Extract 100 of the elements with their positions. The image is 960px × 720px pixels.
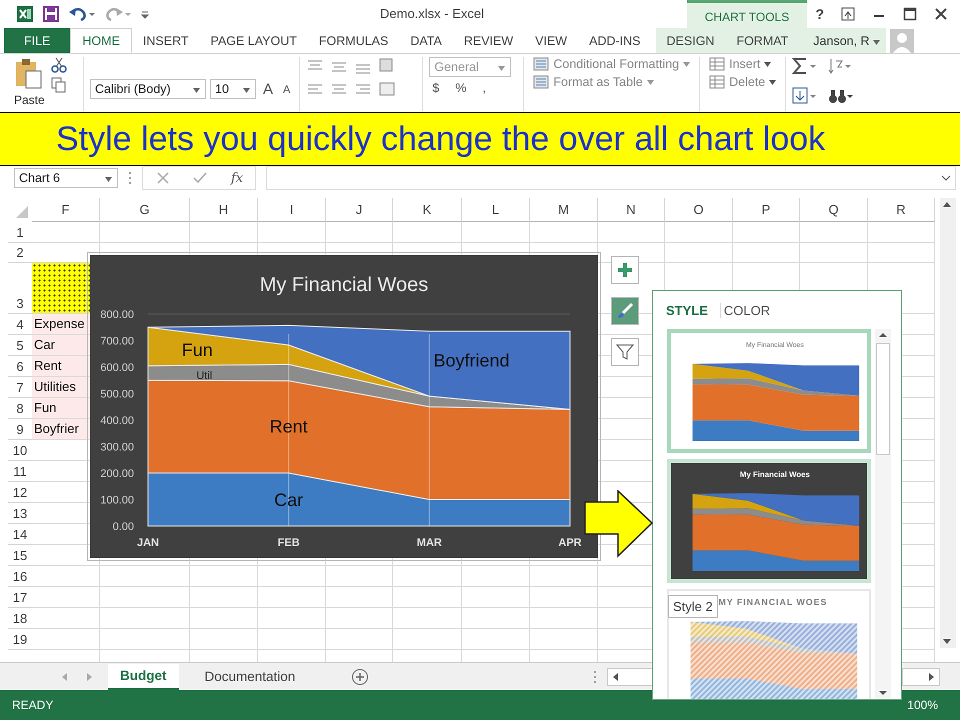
more-icon: [128, 171, 132, 185]
series-label: Car: [274, 490, 304, 510]
scrollbar-thumb[interactable]: [876, 343, 890, 455]
cells-command[interactable]: Insert: [706, 57, 780, 71]
column-header[interactable]: M: [530, 198, 598, 222]
row-header[interactable]: 11: [8, 461, 32, 482]
column-header[interactable]: G: [100, 198, 190, 222]
column-header[interactable]: R: [868, 198, 935, 222]
tooltip: Style 2: [668, 595, 718, 618]
ribbon-tab[interactable]: ADD-INS: [578, 28, 652, 53]
row-header[interactable]: 2: [8, 243, 32, 263]
caret-icon[interactable]: [498, 66, 506, 71]
grow-font-button[interactable]: A: [260, 80, 276, 98]
cells-command[interactable]: Delete: [706, 75, 780, 89]
axis-tick-label: 0.00: [112, 521, 134, 533]
caret-icon[interactable]: [193, 88, 200, 93]
scroll-right-icon[interactable]: [926, 672, 936, 682]
fill-icon[interactable]: [792, 87, 818, 105]
percent-button[interactable]: %: [452, 81, 470, 95]
currency-button[interactable]: $: [429, 81, 442, 95]
panel-tab[interactable]: STYLE: [663, 302, 721, 318]
row-header[interactable]: 10: [8, 440, 32, 461]
close-icon[interactable]: [934, 7, 948, 21]
column-header[interactable]: K: [393, 198, 462, 222]
undo-icon[interactable]: [68, 5, 96, 23]
row-header[interactable]: 18: [8, 608, 32, 629]
add-element-button[interactable]: [611, 256, 639, 284]
column-header[interactable]: J: [326, 198, 393, 222]
add-sheet-icon[interactable]: [351, 668, 370, 686]
ribbon-tab[interactable]: REVIEW: [452, 28, 524, 53]
row-header[interactable]: 1: [8, 222, 32, 243]
row-header[interactable]: 15: [8, 545, 32, 566]
axis-tick-label: 400.00: [100, 415, 134, 427]
series-label: Fun: [182, 340, 213, 360]
axis-tick-label: 800.00: [100, 309, 134, 321]
sort-icon[interactable]: [828, 57, 852, 75]
zoom-level[interactable]: 100%: [907, 698, 938, 712]
column-header[interactable]: Q: [800, 198, 868, 222]
row-header[interactable]: 17: [8, 587, 32, 608]
check-icon[interactable]: [193, 172, 207, 184]
row-header[interactable]: 14: [8, 524, 32, 545]
column-header[interactable]: N: [598, 198, 665, 222]
help-button[interactable]: ?: [815, 6, 824, 22]
chart-filter-button[interactable]: [611, 338, 639, 366]
row-header[interactable]: 12: [8, 482, 32, 503]
font-name-field[interactable]: Calibri (Body): [90, 79, 206, 99]
ribbon-tab[interactable]: FILE: [4, 28, 70, 53]
formula-input[interactable]: [266, 166, 956, 190]
panel-tab[interactable]: COLOR: [720, 302, 782, 318]
row-header[interactable]: 19: [8, 629, 32, 650]
ribbon-tab[interactable]: FORMAT: [725, 28, 800, 53]
save-icon[interactable]: [42, 5, 60, 23]
styles-command[interactable]: Conditional Formatting: [530, 57, 694, 71]
chart-title: My Financial Woes: [260, 274, 428, 296]
sheet-tab[interactable]: Budget: [108, 664, 178, 690]
column-header[interactable]: P: [733, 198, 800, 222]
column-header[interactable]: F: [32, 198, 100, 222]
thumbnail-title: My Financial Woes: [740, 470, 810, 479]
font-size-field[interactable]: 10: [210, 79, 256, 99]
maximize-icon[interactable]: [903, 7, 917, 21]
binoculars-icon[interactable]: [828, 87, 854, 105]
area-chart[interactable]: My Financial Woes 0.00 100.00 200.00 300.00 400.00 500.00 600.00 700.00 800.00 JAN FEB MAR APR Fun Boyfriend Util Rent Car: [90, 255, 598, 558]
comma-button[interactable]: ,: [479, 81, 489, 95]
insert-function-button[interactable]: fx: [231, 170, 244, 186]
paste-icon[interactable]: [14, 57, 44, 89]
copy-icon[interactable]: [50, 77, 67, 93]
caret-icon[interactable]: [243, 88, 250, 93]
ribbon-tab[interactable]: INSERT: [132, 28, 200, 53]
ribbon-tab[interactable]: VIEW: [524, 28, 578, 53]
restore-icon[interactable]: [841, 7, 855, 21]
name-box[interactable]: Chart 6: [14, 168, 118, 188]
column-header[interactable]: L: [462, 198, 530, 222]
row-header[interactable]: 16: [8, 566, 32, 587]
horizontal-scrollbar-end[interactable]: [902, 668, 940, 686]
autosum-icon[interactable]: [792, 57, 818, 75]
thumbnail-title: MY FINANCIAL WOES: [718, 596, 828, 607]
table-format-icon: [533, 57, 550, 71]
chart-style-button[interactable]: [611, 297, 639, 325]
ribbon-tab[interactable]: PAGE LAYOUT: [200, 28, 308, 53]
series-label: Rent: [270, 416, 308, 437]
filter-icon: [616, 343, 634, 361]
account-menu[interactable]: Janson, R: [799, 28, 886, 53]
caret-icon[interactable]: [873, 40, 880, 44]
styles-command[interactable]: Format as Table: [530, 75, 694, 89]
caret-icon[interactable]: [105, 177, 112, 182]
paste-label: Paste: [14, 93, 45, 107]
shrink-font-button[interactable]: A: [280, 84, 294, 96]
row-header[interactable]: 13: [8, 503, 32, 524]
column-header[interactable]: O: [665, 198, 733, 222]
column-header[interactable]: I: [258, 198, 326, 222]
chart-style-option[interactable]: My Financial Woes: [667, 459, 871, 583]
ribbon-tab[interactable]: HOME: [70, 28, 132, 53]
ribbon-tab[interactable]: FORMULAS: [308, 28, 400, 53]
column-header[interactable]: H: [190, 198, 258, 222]
plus-icon: [616, 261, 634, 279]
ribbon-tab[interactable]: DATA: [399, 28, 453, 53]
ribbon-tab[interactable]: DESIGN: [656, 28, 726, 53]
sheet-tab[interactable]: Documentation: [192, 664, 308, 690]
cut-icon[interactable]: [50, 57, 67, 73]
expand-icon[interactable]: [941, 175, 951, 181]
